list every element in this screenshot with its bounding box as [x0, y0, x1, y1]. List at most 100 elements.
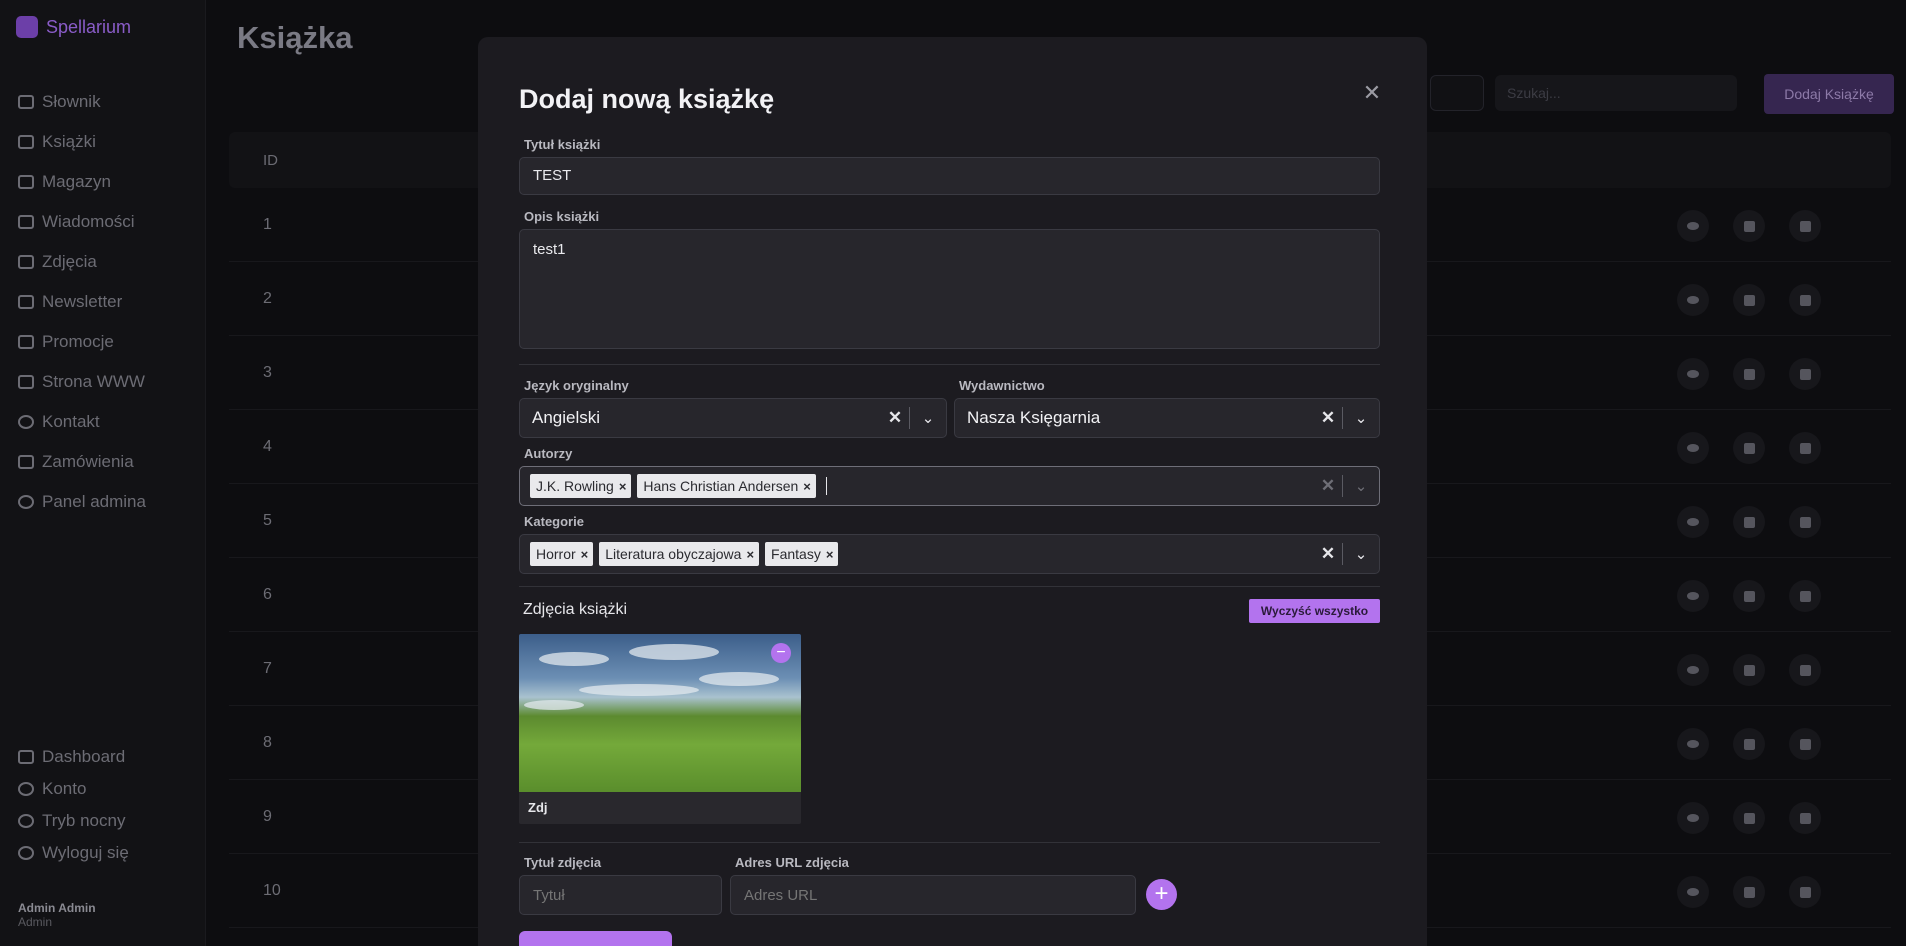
view-icon[interactable]: [1677, 728, 1709, 760]
sidebar-bottom-nav: Dashboard Konto Tryb nocny Wyloguj się: [18, 741, 129, 869]
sidebar-item-zamowienia[interactable]: Zamówienia: [18, 442, 146, 482]
page-title: Książka: [237, 20, 353, 55]
sidebar-item-promocje[interactable]: Promocje: [18, 322, 146, 362]
photos-section-title: Zdjęcia książki: [523, 601, 628, 618]
tag-label: Literatura obyczajowa: [605, 546, 742, 562]
view-icon[interactable]: [1677, 876, 1709, 908]
delete-icon[interactable]: [1789, 580, 1821, 612]
sidebar-item-konto[interactable]: Konto: [18, 773, 129, 805]
view-icon[interactable]: [1677, 802, 1709, 834]
clear-icon[interactable]: ✕: [1314, 476, 1342, 496]
row-id: 5: [263, 511, 272, 529]
photo-url-input[interactable]: [730, 875, 1136, 915]
sidebar-item-tryb-nocny[interactable]: Tryb nocny: [18, 805, 129, 837]
sidebar-item-ksiazki[interactable]: Książki: [18, 122, 146, 162]
authors-select[interactable]: J.K. Rowling × Hans Christian Andersen × ✕…: [519, 466, 1380, 506]
remove-tag-icon[interactable]: ×: [821, 547, 839, 562]
description-label: Opis książki: [524, 209, 600, 224]
delete-icon[interactable]: [1789, 432, 1821, 464]
filter-select[interactable]: [1430, 75, 1484, 111]
delete-icon[interactable]: [1789, 210, 1821, 242]
delete-icon[interactable]: [1789, 654, 1821, 686]
sidebar-item-strona-www[interactable]: Strona WWW: [18, 362, 146, 402]
categories-select[interactable]: Horror × Literatura obyczajowa × Fantasy × …: [519, 534, 1380, 574]
sidebar-item-label: Newsletter: [42, 292, 123, 311]
sidebar-item-wiadomosci[interactable]: Wiadomości: [18, 202, 146, 242]
sidebar-item-newsletter[interactable]: Newsletter: [18, 282, 146, 322]
view-icon[interactable]: [1677, 432, 1709, 464]
clear-icon[interactable]: ✕: [1314, 408, 1342, 428]
sidebar-item-magazyn[interactable]: Magazyn: [18, 162, 146, 202]
sidebar-item-zdjecia[interactable]: Zdjęcia: [18, 242, 146, 282]
sidebar-item-label: Zdjęcia: [42, 252, 97, 271]
chevron-down-icon[interactable]: ⌄: [1343, 409, 1379, 427]
view-icon[interactable]: [1677, 506, 1709, 538]
view-icon[interactable]: [1677, 358, 1709, 390]
user-icon: [18, 782, 34, 796]
book-title-input[interactable]: TEST: [519, 157, 1380, 195]
delete-icon[interactable]: [1789, 506, 1821, 538]
remove-tag-icon[interactable]: ×: [576, 547, 594, 562]
sidebar: Spellarium Słownik Książki Magazyn Wiado…: [0, 0, 206, 946]
admin-icon: [18, 495, 34, 509]
delete-icon[interactable]: [1789, 876, 1821, 908]
add-book-modal: Dodaj nową książkę ✕ Tytuł książki TEST …: [478, 37, 1427, 946]
remove-photo-icon[interactable]: −: [771, 643, 791, 663]
view-icon[interactable]: [1677, 580, 1709, 612]
publisher-select[interactable]: Nasza Księgarnia ✕ ⌄: [954, 398, 1380, 438]
remove-tag-icon[interactable]: ×: [741, 547, 759, 562]
moon-icon: [18, 814, 34, 828]
edit-icon[interactable]: [1733, 802, 1765, 834]
delete-icon[interactable]: [1789, 358, 1821, 390]
remove-tag-icon[interactable]: ×: [798, 479, 816, 494]
edit-icon[interactable]: [1733, 284, 1765, 316]
chevron-down-icon[interactable]: ⌄: [910, 409, 946, 427]
image-icon: [18, 255, 34, 269]
row-id: 8: [263, 733, 272, 751]
close-icon[interactable]: ✕: [1362, 82, 1382, 104]
chevron-down-icon[interactable]: ⌄: [1343, 545, 1379, 563]
row-id: 4: [263, 437, 272, 455]
edit-icon[interactable]: [1733, 580, 1765, 612]
sidebar-item-label: Magazyn: [42, 172, 111, 191]
brand[interactable]: Spellarium: [16, 16, 131, 38]
clear-icon[interactable]: ✕: [881, 408, 909, 428]
add-photo-button[interactable]: +: [1146, 879, 1177, 910]
view-icon[interactable]: [1677, 284, 1709, 316]
photo-title-input[interactable]: [519, 875, 722, 915]
view-icon[interactable]: [1677, 210, 1709, 242]
edit-icon[interactable]: [1733, 506, 1765, 538]
sidebar-item-slownik[interactable]: Słownik: [18, 82, 146, 122]
dashboard-icon: [18, 750, 34, 764]
delete-icon[interactable]: [1789, 802, 1821, 834]
language-select[interactable]: Angielski ✕ ⌄: [519, 398, 947, 438]
delete-icon[interactable]: [1789, 728, 1821, 760]
edit-icon[interactable]: [1733, 432, 1765, 464]
newspaper-icon: [18, 215, 34, 229]
add-book-button[interactable]: Dodaj Książkę: [1764, 74, 1894, 114]
edit-icon[interactable]: [1733, 876, 1765, 908]
tag-label: J.K. Rowling: [536, 478, 614, 494]
edit-icon[interactable]: [1733, 654, 1765, 686]
row-id: 2: [263, 289, 272, 307]
chevron-down-icon[interactable]: ⌄: [1343, 477, 1379, 495]
submit-button[interactable]: [519, 931, 672, 946]
view-icon[interactable]: [1677, 654, 1709, 686]
sidebar-item-kontakt[interactable]: Kontakt: [18, 402, 146, 442]
sidebar-item-panel-admina[interactable]: Panel admina: [18, 482, 146, 522]
row-actions: [1677, 284, 1821, 316]
search-input[interactable]: Szukaj...: [1495, 75, 1737, 111]
remove-tag-icon[interactable]: ×: [614, 479, 632, 494]
sidebar-item-dashboard[interactable]: Dashboard: [18, 741, 129, 773]
clear-all-button[interactable]: Wyczyść wszystko: [1249, 599, 1380, 623]
edit-icon[interactable]: [1733, 728, 1765, 760]
sidebar-item-wyloguj[interactable]: Wyloguj się: [18, 837, 129, 869]
chat-icon: [18, 415, 34, 429]
divider: [519, 364, 1380, 365]
edit-icon[interactable]: [1733, 210, 1765, 242]
books-icon: [18, 135, 34, 149]
edit-icon[interactable]: [1733, 358, 1765, 390]
delete-icon[interactable]: [1789, 284, 1821, 316]
book-description-textarea[interactable]: test1: [519, 229, 1380, 349]
clear-icon[interactable]: ✕: [1314, 544, 1342, 564]
